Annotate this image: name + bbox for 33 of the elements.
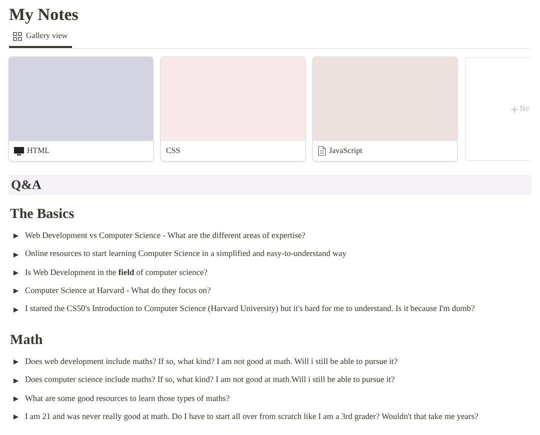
toggle-icon[interactable]	[13, 288, 19, 294]
toggle-icon[interactable]	[13, 252, 19, 258]
section-heading: The Basics	[9, 206, 76, 224]
card-title: HTML	[27, 145, 50, 157]
toggle-text: Is Web Development in the field of computer science?	[25, 266, 208, 279]
gallery-card[interactable]: HTML	[9, 57, 153, 161]
toggle-icon[interactable]	[13, 306, 19, 313]
gallery-card[interactable]: CSS	[161, 57, 305, 161]
toggle-icon[interactable]	[13, 359, 19, 366]
card-title: JavaScript	[329, 145, 362, 157]
view-tab[interactable]: Gallery view	[9, 30, 72, 48]
grid-icon	[13, 32, 22, 40]
section-heading: Math	[9, 332, 44, 350]
document-icon	[318, 146, 326, 156]
section-banner: Q&A	[9, 175, 531, 195]
toggle-text: What are some good resources to learn those types of maths?	[25, 392, 230, 405]
gallery-card[interactable]: JavaScript	[313, 57, 457, 161]
toggle-text: Does web development include maths? If so, what kind? I am not good at math. Will i still be able to pursue it?	[25, 356, 398, 368]
toggle-icon[interactable]	[13, 233, 19, 240]
toggle-text: Computer Science at Harvard - What do they focus on?	[25, 285, 211, 298]
toggle-icon[interactable]	[13, 396, 19, 402]
toggle-icon[interactable]	[13, 270, 19, 276]
toggle-text: Online resources to start learning Computer Science in a simplified and easy-to-understand way	[25, 248, 346, 260]
toggle-text: Web Development vs Computer Science - What are the different areas of expertise?	[25, 230, 306, 242]
toggle-icon[interactable]	[13, 414, 19, 420]
plus-icon	[510, 106, 518, 112]
toggle-icon[interactable]	[13, 378, 19, 384]
card-title: CSS	[166, 145, 180, 157]
toggle-text: Does computer science include maths? If so, what kind? I am not good at math.Will i still be able to pursue it?	[25, 374, 395, 386]
toggle-text: I started the CS50's Introduction to Computer Science (Harvard University) but it's hard for me to understand. Is it because I'm dumb?	[25, 303, 475, 316]
toggle-text: I am 21 and was never really good at math. Do I have to start all over from scratch like I am a 3rd grader? Wouldn't that take me years?	[25, 411, 478, 424]
monitor-icon	[14, 146, 24, 156]
page-title: My Notes	[9, 4, 78, 26]
